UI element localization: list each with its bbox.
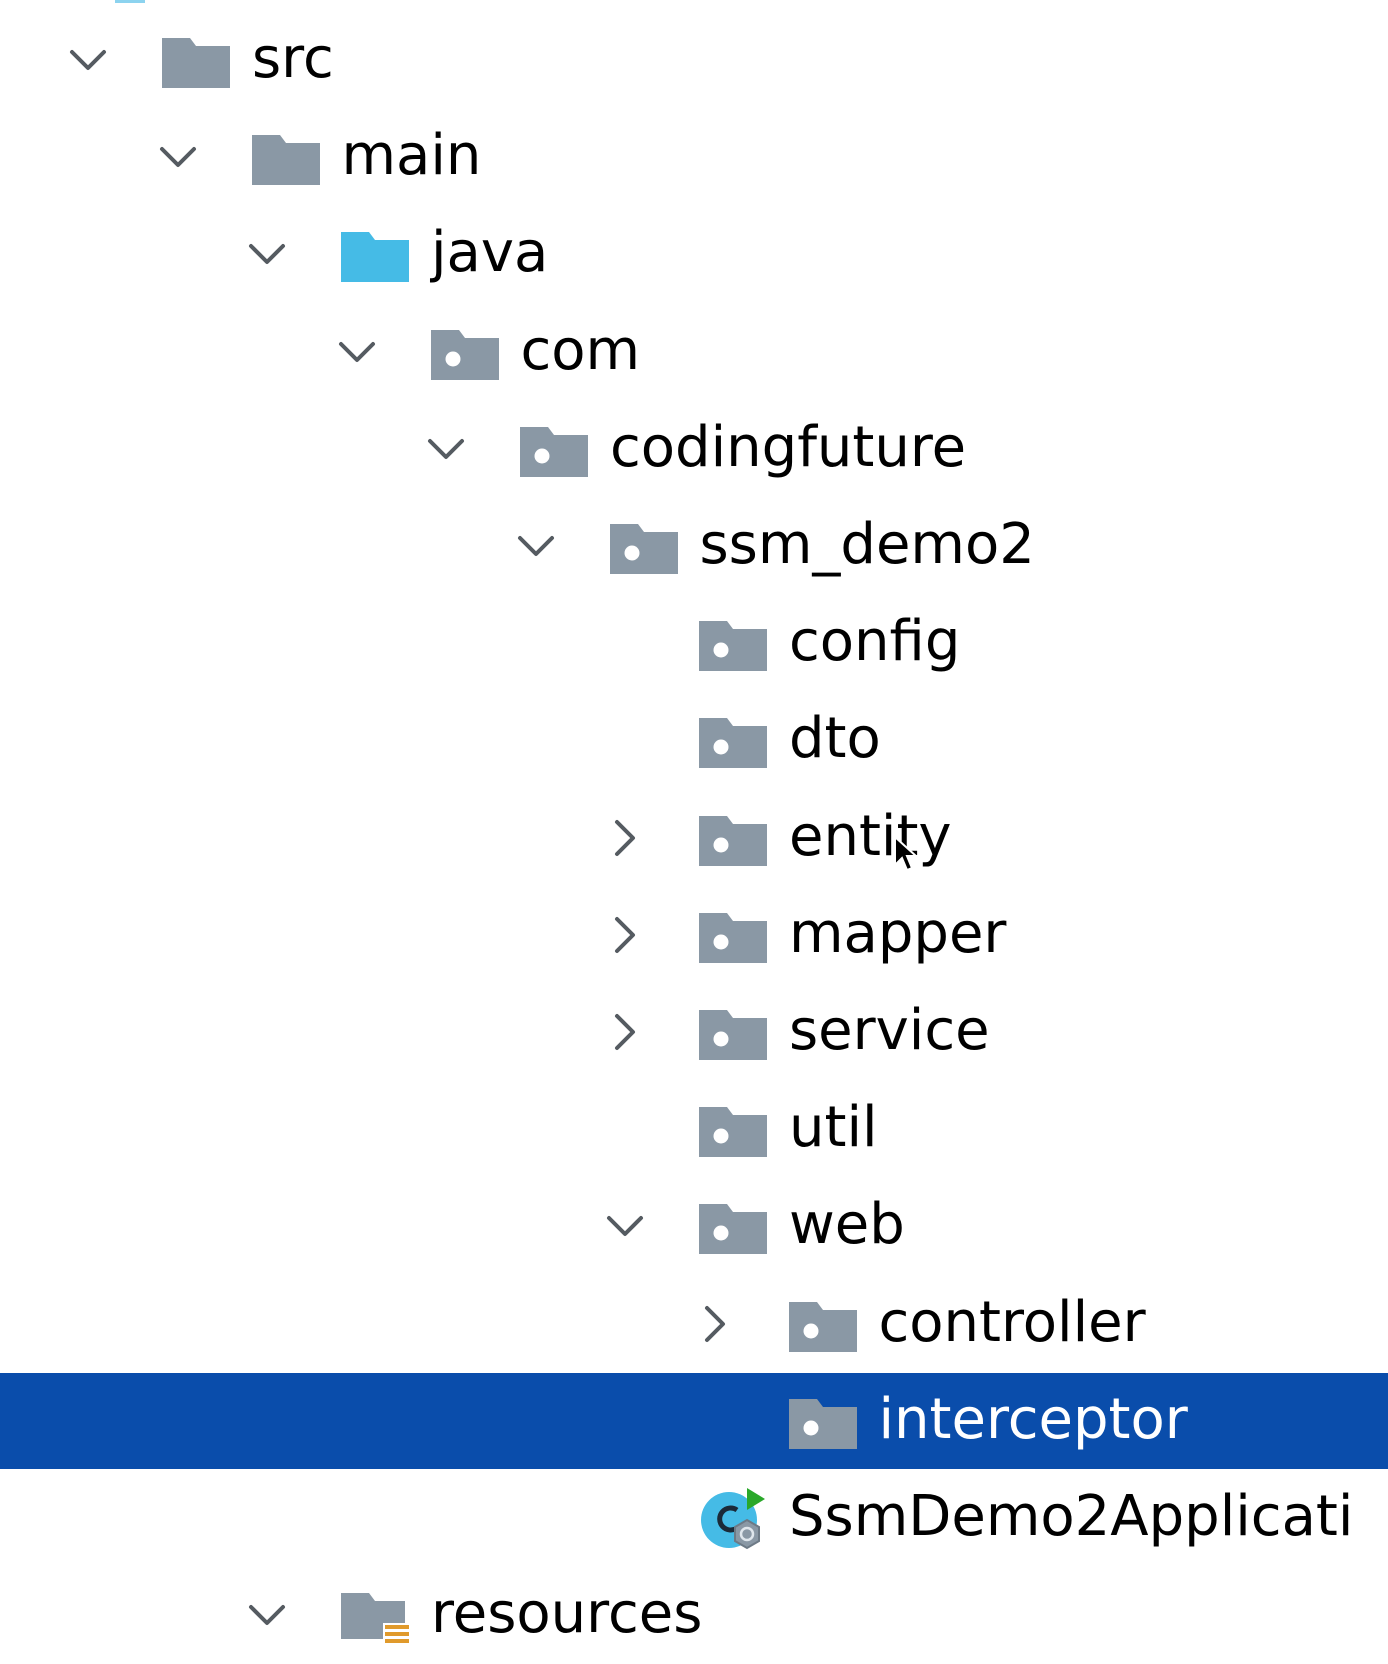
chevron-right-icon[interactable]: [691, 1300, 739, 1348]
project-tree: src main java com codingfuture ssm_demo2confi…: [0, 0, 1388, 1652]
package-icon: [518, 423, 590, 479]
tree-item-label: resources: [431, 1581, 703, 1647]
package-icon: [787, 1395, 859, 1451]
tree-item-ssmdemo2applicati[interactable]: SsmDemo2Applicati: [0, 1470, 1388, 1567]
tree-item-label: service: [789, 998, 990, 1063]
tree-item-web[interactable]: web: [0, 1178, 1388, 1275]
tree-item-label: controller: [878, 1289, 1146, 1355]
tree-item-label: main: [341, 123, 482, 189]
package-icon: [697, 909, 769, 965]
spring-boot-application-class-icon: [697, 1488, 769, 1550]
tree-item-codingfuture[interactable]: codingfuture: [0, 401, 1388, 498]
tree-item-label: codingfuture: [610, 414, 967, 480]
tree-item-resources[interactable]: resources: [0, 1567, 1388, 1664]
package-icon: [429, 326, 501, 382]
package-icon: [697, 1200, 769, 1256]
chevron-down-icon[interactable]: [512, 522, 560, 570]
tree-item-service[interactable]: service: [0, 984, 1388, 1081]
chevron-down-icon[interactable]: [243, 1591, 291, 1639]
package-icon: [787, 1298, 859, 1354]
chevron-right-icon[interactable]: [601, 1008, 649, 1056]
tree-item-label: ssm_demo2: [699, 512, 1035, 577]
tree-item-label: dto: [789, 706, 881, 772]
chevron-down-icon[interactable]: [243, 230, 291, 278]
tree-item-label: entity: [789, 803, 952, 869]
chevron-right-icon[interactable]: [601, 911, 649, 959]
tree-item-controller[interactable]: controller: [0, 1276, 1388, 1373]
chevron-down-icon[interactable]: [333, 328, 381, 376]
tree-item-com[interactable]: com: [0, 304, 1388, 401]
tree-item-main[interactable]: main: [0, 109, 1388, 206]
package-icon: [697, 1103, 769, 1159]
package-icon: [608, 520, 680, 576]
tree-item-config[interactable]: config: [0, 595, 1388, 692]
folder-resources-icon: [339, 1589, 411, 1646]
tree-item-label: interceptor: [878, 1386, 1188, 1452]
tree-item-src[interactable]: src: [0, 12, 1388, 109]
tree-item-label: java: [431, 220, 549, 286]
tree-item-label: SsmDemo2Applicati: [789, 1484, 1354, 1549]
tree-item-label: web: [789, 1192, 905, 1258]
tree-item-java[interactable]: java: [0, 206, 1388, 303]
chevron-down-icon[interactable]: [154, 133, 202, 181]
tree-item-dto[interactable]: dto: [0, 692, 1388, 789]
package-icon: [697, 812, 769, 868]
package-icon: [697, 1006, 769, 1062]
tree-item-util[interactable]: util: [0, 1081, 1388, 1178]
tree-item-label: util: [789, 1095, 878, 1161]
tree-item-entity[interactable]: entity: [0, 790, 1388, 887]
mouse-cursor-icon: [894, 835, 919, 872]
chevron-down-icon[interactable]: [64, 36, 112, 84]
tree-item-label: com: [520, 317, 641, 383]
chevron-down-icon[interactable]: [422, 425, 470, 473]
partial-row-above-icon: [115, 0, 145, 3]
chevron-right-icon[interactable]: [601, 814, 649, 862]
package-icon: [697, 714, 769, 770]
folder-sources-blue-icon: [339, 228, 411, 284]
tree-item-interceptor[interactable]: interceptor: [0, 1372, 1388, 1469]
tree-item-label: mapper: [789, 900, 1007, 966]
chevron-down-icon[interactable]: [601, 1202, 649, 1250]
package-icon: [697, 617, 769, 673]
tree-item-label: src: [252, 26, 334, 91]
tree-item-ssm-demo2[interactable]: ssm_demo2: [0, 498, 1388, 595]
tree-item-mapper[interactable]: mapper: [0, 887, 1388, 984]
tree-item-label: config: [789, 609, 961, 675]
folder-gray-icon: [250, 131, 322, 187]
folder-source-root-gray-icon: [160, 34, 232, 90]
